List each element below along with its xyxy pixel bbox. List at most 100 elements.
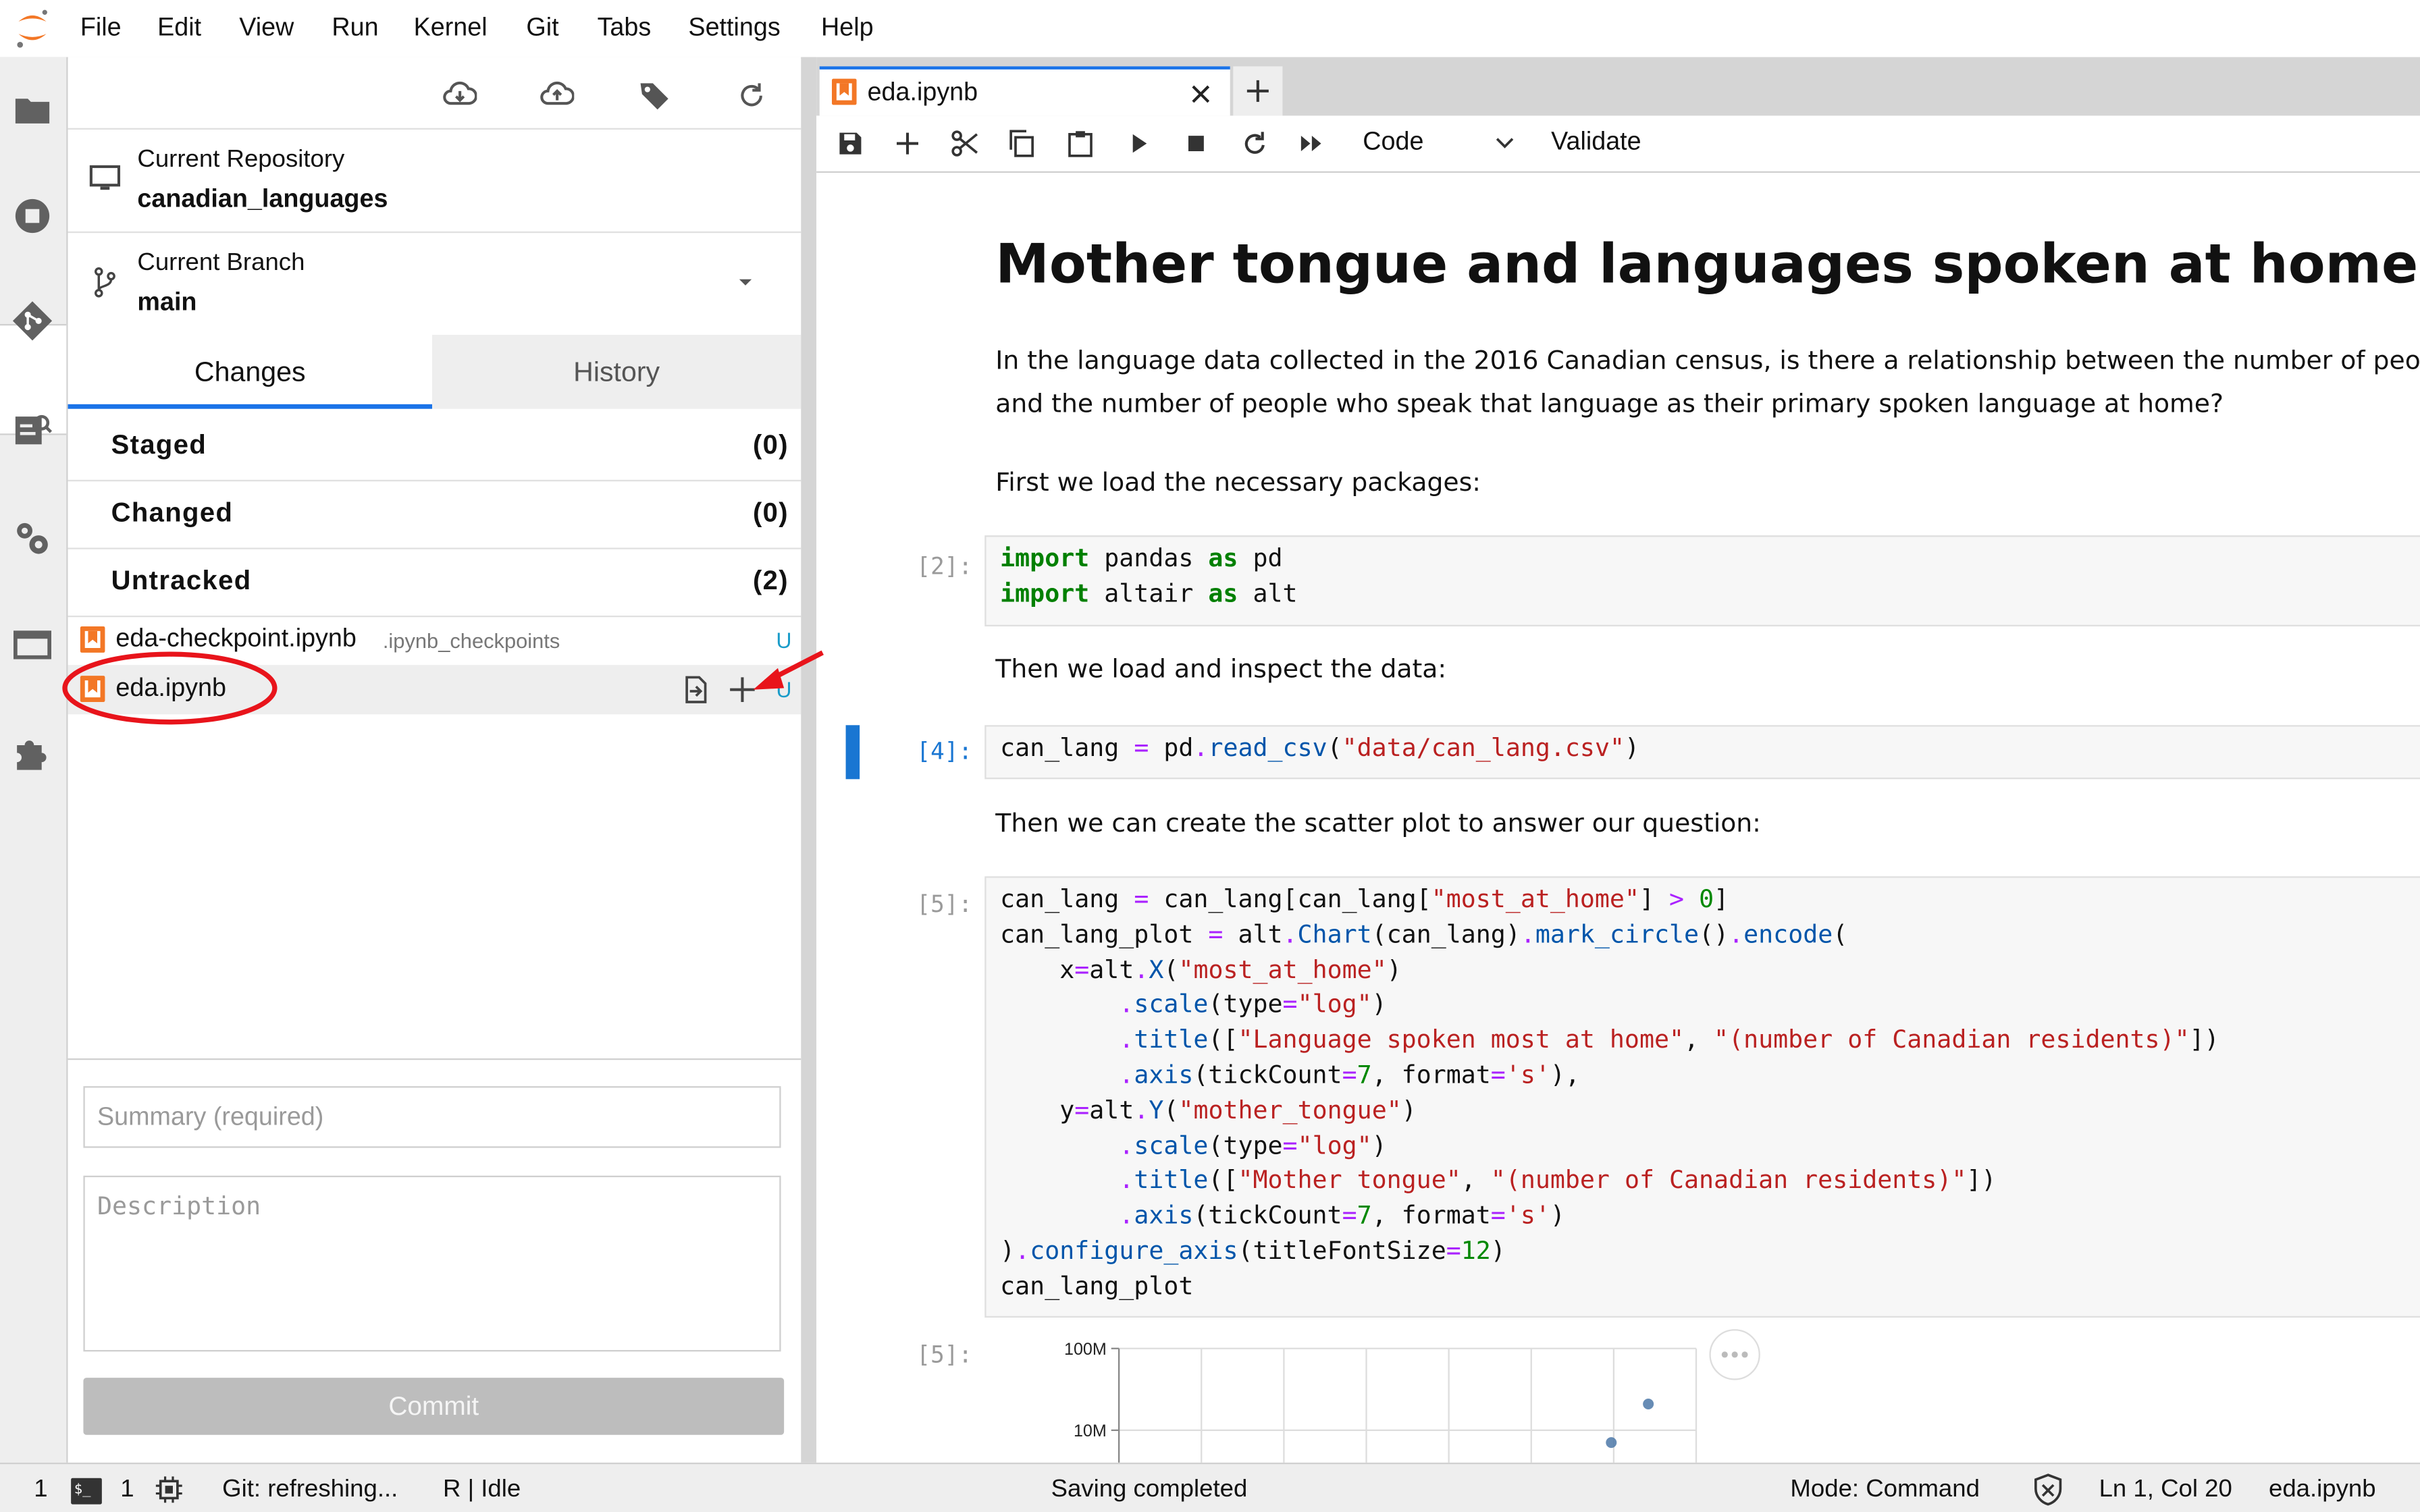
commit-button[interactable]: Commit — [83, 1378, 785, 1435]
terminal-icon[interactable]: $_ — [71, 1478, 102, 1505]
code-text: can_lang = can_lang[can_lang["most_at_ho… — [1000, 884, 2219, 1301]
menu-view[interactable]: View — [239, 14, 294, 43]
summary-input[interactable]: Summary (required) — [83, 1086, 781, 1148]
menu-help[interactable]: Help — [821, 14, 874, 43]
paste-icon[interactable] — [1065, 128, 1096, 159]
kernel-status[interactable]: R | Idle — [443, 1476, 521, 1504]
current-file: eda.ipynb — [2269, 1476, 2376, 1503]
changed-count: (0) — [752, 497, 789, 528]
output-prompt: [5]: — [916, 1341, 973, 1369]
menu-run[interactable]: Run — [332, 14, 378, 43]
menu-settings[interactable]: Settings — [688, 14, 780, 43]
jupyter-logo-icon[interactable] — [12, 7, 52, 49]
repository-name[interactable]: canadian_languages — [137, 185, 388, 214]
cell-type-select[interactable]: Code — [1363, 128, 1423, 157]
document-tab-bar: eda.ipynb — [816, 57, 2420, 116]
y-tick-label: 10M — [1074, 1422, 1107, 1440]
data-point — [1643, 1399, 1654, 1409]
menu-edit[interactable]: Edit — [157, 14, 201, 43]
menu-tabs[interactable]: Tabs — [598, 14, 652, 43]
plus-icon — [1246, 80, 1269, 102]
cloud-push-icon[interactable] — [540, 79, 575, 113]
new-tab-button[interactable] — [1233, 66, 1283, 116]
code-text: can_lang = pd.read_csv("data/can_lang.cs… — [1000, 732, 1640, 763]
save-icon[interactable] — [835, 128, 866, 159]
current-repository-label: Current Repository — [137, 146, 345, 173]
notebook-tab-title: eda.ipynb — [867, 78, 978, 107]
activity-bar — [0, 57, 68, 1463]
status-count[interactable]: 1 — [120, 1476, 134, 1504]
data-point — [1606, 1437, 1617, 1449]
y-tick-label: 100M — [1064, 1340, 1107, 1359]
chevron-down-icon[interactable] — [736, 276, 754, 288]
insert-cell-icon[interactable] — [892, 128, 923, 159]
git-status[interactable]: Git: refreshing... — [222, 1476, 398, 1504]
markdown-paragraph: and the number of people who speak that … — [995, 389, 2224, 418]
code-cell[interactable]: can_lang = pd.read_csv("data/can_lang.cs… — [984, 725, 2420, 780]
untracked-section-header[interactable]: Untracked (2) — [68, 547, 801, 618]
copy-icon[interactable] — [1006, 128, 1037, 159]
mode-status[interactable]: Mode: Command — [1790, 1476, 1980, 1504]
tab-changes[interactable]: Changes — [68, 335, 433, 409]
status-bar: 1 $_ 1 Git: refreshing... R | Idle Savin… — [0, 1462, 2420, 1512]
menu-bar: File Edit View Run Kernel Git Tabs Setti… — [0, 0, 2420, 59]
staged-count: (0) — [752, 429, 789, 460]
run-icon[interactable] — [1124, 128, 1155, 159]
refresh-icon[interactable] — [735, 79, 768, 113]
tab-history-label: History — [573, 356, 660, 387]
cut-icon[interactable] — [949, 128, 980, 159]
current-branch-label: Current Branch — [137, 250, 305, 277]
code-cell[interactable]: import pandas as pd import altair as alt — [984, 535, 2420, 627]
code-cell[interactable]: can_lang = can_lang[can_lang["most_at_ho… — [984, 876, 2420, 1318]
shield-icon[interactable] — [2032, 1474, 2063, 1506]
staged-section-header[interactable]: Staged (0) — [68, 412, 801, 482]
chevron-down-icon[interactable] — [1496, 137, 1514, 149]
markdown-paragraph: In the language data collected in the 20… — [995, 346, 2420, 375]
cloud-pull-icon[interactable] — [443, 79, 477, 113]
settings-icon[interactable] — [12, 518, 52, 558]
staged-label: Staged — [111, 429, 207, 460]
validate-button[interactable]: Validate — [1551, 128, 1641, 157]
notebook-content: Mother tongue and languages spoken at ho… — [816, 173, 2420, 1463]
branch-name[interactable]: main — [137, 288, 196, 317]
branch-icon — [95, 267, 115, 298]
git-icon[interactable] — [12, 301, 53, 341]
stop-icon[interactable] — [1181, 128, 1212, 159]
tag-icon[interactable] — [637, 79, 671, 113]
menu-kernel[interactable]: Kernel — [414, 14, 488, 43]
status-count[interactable]: 1 — [34, 1476, 47, 1504]
description-input[interactable]: Description — [83, 1175, 781, 1352]
kernel-chip-icon[interactable] — [155, 1475, 184, 1504]
notebook-file-icon — [832, 78, 857, 105]
divider — [68, 231, 801, 234]
panel-splitter[interactable] — [801, 57, 817, 1463]
close-icon[interactable] — [1190, 83, 1211, 105]
code-text: import pandas as pd import altair as alt — [1000, 543, 1298, 608]
saving-status: Saving completed — [1051, 1476, 1248, 1503]
cell-prompt: [4]: — [916, 737, 973, 765]
changed-section-header[interactable]: Changed (0) — [68, 480, 801, 549]
tab-history[interactable]: History — [432, 335, 801, 409]
cursor-position[interactable]: Ln 1, Col 20 — [2099, 1476, 2232, 1504]
menu-git[interactable]: Git — [526, 14, 558, 43]
notebook-tab[interactable]: eda.ipynb — [819, 66, 1230, 116]
markdown-paragraph: First we load the necessary packages: — [995, 467, 1481, 497]
git-panel: Current Repository canadian_languages Cu… — [68, 57, 801, 1463]
untracked-count: (2) — [752, 564, 789, 596]
more-actions-icon[interactable] — [1708, 1328, 1761, 1381]
running-icon[interactable] — [12, 196, 52, 236]
markdown-paragraph: Then we load and inspect the data: — [995, 654, 1447, 684]
folder-icon[interactable] — [12, 90, 52, 130]
fast-forward-icon[interactable] — [1296, 128, 1327, 159]
menu-file[interactable]: File — [80, 14, 122, 43]
computer-icon — [89, 165, 121, 190]
untracked-label: Untracked — [111, 564, 252, 596]
property-inspector-icon[interactable] — [12, 410, 53, 450]
notebook-toolbar: Code Validate — [816, 115, 2420, 173]
commit-button-label: Commit — [388, 1391, 479, 1422]
cell-prompt: [2]: — [916, 552, 973, 580]
restart-icon[interactable] — [1239, 128, 1270, 159]
markdown-heading: Mother tongue and languages spoken at ho… — [995, 234, 2420, 296]
divider — [68, 128, 801, 130]
cell-prompt: [5]: — [916, 890, 973, 918]
